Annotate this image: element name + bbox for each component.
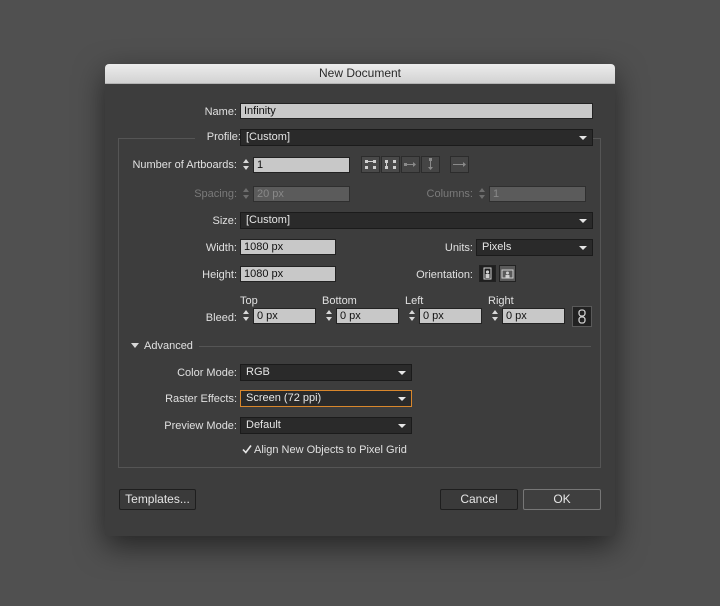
bleed-bottom-header: Bottom — [322, 295, 357, 307]
chevron-down-icon — [579, 136, 587, 140]
units-dropdown[interactable]: Pixels — [476, 239, 593, 256]
bleed-left-stepper[interactable] — [408, 308, 417, 324]
bleed-right-header: Right — [488, 295, 514, 307]
artboards-label: Number of Artboards: — [132, 159, 237, 171]
align-pixel-grid-checkbox[interactable] — [241, 443, 253, 455]
color-mode-value: RGB — [246, 366, 270, 378]
advanced-label[interactable]: Advanced — [144, 340, 193, 352]
grid-by-row-button[interactable] — [361, 156, 380, 173]
chevron-down-icon — [398, 371, 406, 375]
size-label: Size: — [212, 215, 237, 227]
chevron-down-icon — [398, 424, 406, 428]
portrait-button[interactable] — [479, 265, 496, 282]
grid-by-column-button[interactable] — [381, 156, 400, 173]
align-pixel-grid-label[interactable]: Align New Objects to Pixel Grid — [254, 444, 407, 456]
units-value: Pixels — [482, 241, 512, 253]
grid-by-row-icon — [365, 160, 376, 169]
raster-effects-label: Raster Effects: — [165, 393, 237, 405]
bleed-top-header: Top — [240, 295, 258, 307]
bleed-right-field[interactable]: 0 px — [502, 308, 565, 324]
width-field[interactable]: 1080 px — [240, 239, 336, 255]
bleed-bottom-stepper[interactable] — [325, 308, 334, 324]
grid-by-column-icon — [385, 160, 396, 169]
disclosure-triangle-icon[interactable] — [131, 343, 139, 348]
size-dropdown[interactable]: [Custom] — [240, 212, 593, 229]
orientation-label: Orientation: — [416, 269, 473, 281]
chevron-down-icon — [579, 219, 587, 223]
landscape-button[interactable] — [499, 265, 516, 282]
templates-button[interactable]: Templates... — [119, 489, 196, 510]
width-label: Width: — [205, 242, 237, 254]
advanced-divider — [199, 346, 591, 347]
cancel-button[interactable]: Cancel — [440, 489, 518, 510]
portrait-icon — [483, 267, 492, 280]
ok-button[interactable]: OK — [523, 489, 601, 510]
bleed-top-stepper[interactable] — [242, 308, 251, 324]
units-label: Units: — [444, 242, 473, 254]
height-label: Height: — [202, 269, 237, 281]
spacing-stepper[interactable] — [242, 186, 251, 202]
columns-stepper[interactable] — [478, 186, 487, 202]
landscape-icon — [501, 269, 514, 279]
color-mode-dropdown[interactable]: RGB — [240, 364, 412, 381]
chevron-down-icon — [398, 397, 406, 401]
new-document-dialog: New Document Name: Infinity Profile: [Cu… — [105, 64, 615, 536]
artboards-stepper[interactable] — [242, 157, 251, 173]
profile-value: [Custom] — [246, 131, 291, 143]
name-field[interactable]: Infinity — [240, 103, 593, 119]
arrange-by-column-icon — [428, 158, 433, 170]
name-label: Name: — [204, 106, 237, 118]
arrange-by-row-icon — [404, 162, 416, 167]
color-mode-label: Color Mode: — [177, 367, 237, 379]
bleed-label: Bleed: — [205, 312, 237, 324]
right-to-left-arrow-icon — [453, 162, 466, 167]
artboards-field[interactable]: 1 — [253, 157, 350, 173]
link-bleed-button[interactable] — [572, 306, 592, 327]
bleed-left-header: Left — [405, 295, 424, 307]
preview-mode-label: Preview Mode: — [164, 420, 237, 432]
chevron-down-icon — [579, 246, 587, 250]
arrange-by-column-button[interactable] — [421, 156, 440, 173]
size-value: [Custom] — [246, 214, 291, 226]
link-bleed-icon — [578, 309, 586, 324]
bleed-right-stepper[interactable] — [491, 308, 500, 324]
height-field[interactable]: 1080 px — [240, 266, 336, 282]
bleed-left-field[interactable]: 0 px — [419, 308, 482, 324]
columns-label: Columns: — [426, 188, 473, 200]
spacing-field[interactable]: 20 px — [253, 186, 350, 202]
profile-dropdown[interactable]: [Custom] — [240, 129, 593, 146]
checkmark-icon — [242, 445, 252, 454]
arrange-by-row-button[interactable] — [401, 156, 420, 173]
raster-effects-dropdown[interactable]: Screen (72 ppi) — [240, 390, 412, 407]
bleed-bottom-field[interactable]: 0 px — [336, 308, 399, 324]
right-to-left-button[interactable] — [450, 156, 469, 173]
columns-field[interactable]: 1 — [489, 186, 586, 202]
profile-label: Profile: — [195, 131, 241, 143]
preview-mode-dropdown[interactable]: Default — [240, 417, 412, 434]
dialog-title: New Document — [105, 64, 615, 84]
spacing-label: Spacing: — [194, 188, 237, 200]
raster-effects-value: Screen (72 ppi) — [246, 392, 322, 404]
bleed-top-field[interactable]: 0 px — [253, 308, 316, 324]
preview-mode-value: Default — [246, 419, 281, 431]
